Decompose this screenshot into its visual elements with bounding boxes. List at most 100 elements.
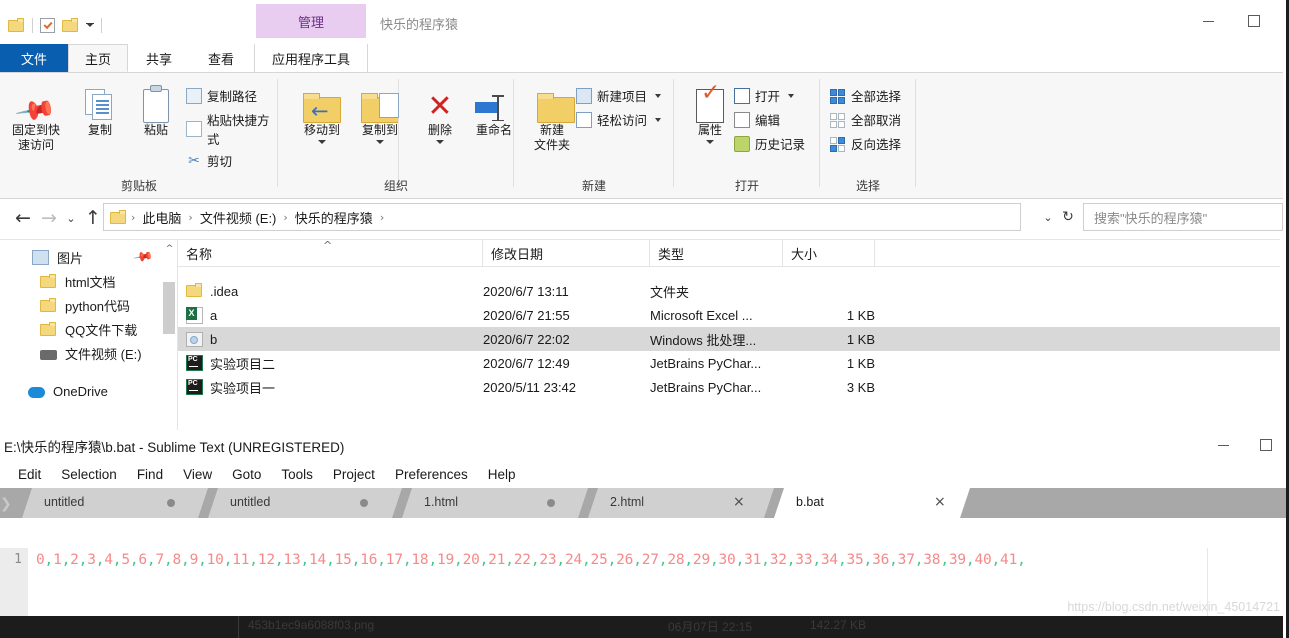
tab-b-bat[interactable]: b.bat ×: [774, 488, 970, 518]
new-item-button[interactable]: 新建项目: [576, 86, 662, 105]
tab-scroll-left-icon[interactable]: ❯: [0, 496, 12, 512]
table-row[interactable]: a 2020/6/7 21:55 Microsoft Excel ... 1 K…: [178, 303, 1280, 327]
chevron-down-icon[interactable]: [436, 140, 444, 144]
menu-item-tools[interactable]: Tools: [271, 467, 323, 482]
ribbon-tab-app-tools[interactable]: 应用程序工具: [254, 44, 368, 72]
column-header-date[interactable]: 修改日期: [483, 240, 650, 266]
column-header-size[interactable]: 大小: [783, 240, 875, 266]
tab-1-html[interactable]: 1.html: [402, 488, 588, 518]
properties-check-icon[interactable]: [40, 17, 55, 33]
new-folder-button[interactable]: 新建 文件夹: [524, 81, 580, 153]
ribbon-tab-view[interactable]: 查看: [190, 44, 252, 72]
copy-path-button[interactable]: 复制路径: [186, 86, 257, 105]
scroll-up-icon[interactable]: ^: [162, 240, 177, 257]
back-button[interactable]: ←: [10, 205, 36, 231]
forward-button[interactable]: →: [36, 205, 62, 231]
invert-selection-button[interactable]: 反向选择: [830, 134, 901, 153]
address-input[interactable]: › 此电脑 › 文件视频 (E:) › 快乐的程序猿 ›: [103, 203, 1021, 231]
breadcrumb-item-2[interactable]: 快乐的程序猿: [292, 208, 376, 227]
open-button[interactable]: 打开: [734, 86, 795, 105]
select-all-button[interactable]: 全部选择: [830, 86, 901, 105]
menu-item-view[interactable]: View: [173, 467, 222, 482]
table-row[interactable]: b 2020/6/7 22:02 Windows 批处理... 1 KB: [178, 327, 1280, 351]
sidebar-item-qq-downloads[interactable]: QQ文件下载: [0, 317, 177, 341]
refresh-button[interactable]: ↻: [1059, 204, 1077, 230]
column-header-name[interactable]: 名称 ^: [178, 239, 483, 266]
pin-icon[interactable]: 📌: [132, 246, 154, 268]
maximize-button[interactable]: [1231, 6, 1277, 36]
unsaved-dot-icon[interactable]: [547, 499, 555, 507]
table-row[interactable]: 实验项目二 2020/6/7 12:49 JetBrains PyChar...…: [178, 351, 1280, 375]
minimize-button[interactable]: [1185, 6, 1231, 36]
recent-locations-button[interactable]: ⌄: [62, 205, 80, 231]
folder-icon[interactable]: [8, 18, 25, 32]
tab-2-html[interactable]: 2.html ×: [588, 488, 774, 518]
copy-to-button[interactable]: 复制到: [352, 81, 408, 144]
move-to-button[interactable]: ← 移动到: [294, 81, 350, 144]
sidebar-item-python-code[interactable]: python代码: [0, 293, 177, 317]
delete-button[interactable]: ✕ 删除: [412, 81, 468, 144]
chevron-down-icon[interactable]: [318, 140, 326, 144]
menu-item-project[interactable]: Project: [323, 467, 385, 482]
pin-to-quick-access-button[interactable]: 📌 固定到快 速访问: [8, 81, 64, 153]
menu-item-selection[interactable]: Selection: [51, 467, 127, 482]
chevron-down-icon[interactable]: [655, 93, 662, 98]
file-date: 2020/6/7 22:02: [483, 331, 570, 347]
ribbon-tab-label: 共享: [145, 51, 172, 67]
contextual-tab-manage[interactable]: 管理: [256, 4, 366, 38]
nav-scrollbar[interactable]: ^: [162, 240, 177, 430]
edit-icon: [734, 111, 750, 128]
unsaved-dot-icon[interactable]: [167, 499, 175, 507]
sidebar-item-pictures[interactable]: 图片 📌: [0, 245, 177, 269]
history-button[interactable]: 历史记录: [734, 134, 805, 153]
scrollbar-thumb[interactable]: [163, 282, 175, 334]
folder-icon: [40, 321, 57, 337]
menu-item-goto[interactable]: Goto: [222, 467, 271, 482]
file-name-cell: 实验项目一: [186, 378, 275, 397]
chevron-down-icon[interactable]: [706, 140, 714, 144]
sidebar-item-drive-e[interactable]: 文件视频 (E:): [0, 341, 177, 365]
table-row[interactable]: 实验项目一 2020/5/11 23:42 JetBrains PyChar..…: [178, 375, 1280, 399]
quick-access-toolbar[interactable]: [8, 14, 102, 36]
properties-button[interactable]: 属性: [682, 81, 738, 144]
ribbon-tab-share[interactable]: 共享: [128, 44, 190, 72]
explorer-title-bar: 管理 快乐的程序猿: [0, 4, 1283, 44]
maximize-icon: [1248, 15, 1260, 27]
ribbon-tab-file[interactable]: 文件: [0, 44, 68, 72]
search-input[interactable]: 搜索"快乐的程序猿": [1083, 203, 1283, 231]
chevron-down-icon[interactable]: [376, 140, 384, 144]
paste-shortcut-button[interactable]: 粘贴快捷方式: [186, 110, 278, 148]
chevron-down-icon[interactable]: [788, 93, 795, 98]
sidebar-item-onedrive[interactable]: OneDrive: [0, 379, 177, 403]
address-dropdown-button[interactable]: ⌄: [1039, 204, 1057, 230]
column-header-type[interactable]: 类型: [650, 240, 783, 266]
edit-button[interactable]: 编辑: [734, 110, 780, 129]
paste-button[interactable]: 粘贴: [128, 81, 184, 138]
customize-caret-icon[interactable]: [86, 23, 94, 27]
copy-button[interactable]: 复制: [72, 81, 128, 138]
maximize-button[interactable]: [1246, 430, 1286, 460]
new-folder-icon: [524, 81, 580, 123]
ribbon-tab-home[interactable]: 主页: [68, 44, 128, 72]
menu-item-find[interactable]: Find: [127, 467, 173, 482]
group-label: 组织: [383, 179, 408, 193]
sidebar-item-html-docs[interactable]: html文档: [0, 269, 177, 293]
unsaved-dot-icon[interactable]: [360, 499, 368, 507]
breadcrumb-item-1[interactable]: 文件视频 (E:): [197, 208, 280, 227]
close-icon[interactable]: ×: [934, 494, 946, 510]
new-folder-icon[interactable]: [62, 18, 79, 32]
close-icon[interactable]: ×: [733, 494, 745, 510]
minimize-button[interactable]: [1200, 430, 1246, 460]
table-row[interactable]: .idea 2020/6/7 13:11 文件夹: [178, 279, 1280, 303]
cut-button[interactable]: ✂ 剪切: [186, 151, 232, 170]
chevron-down-icon[interactable]: [655, 117, 662, 122]
breadcrumb-item-0[interactable]: 此电脑: [139, 208, 184, 227]
select-none-button[interactable]: 全部取消: [830, 110, 901, 129]
menu-item-preferences[interactable]: Preferences: [385, 467, 478, 482]
menu-item-edit[interactable]: Edit: [8, 467, 51, 482]
tab-untitled-1[interactable]: untitled: [22, 488, 208, 518]
tab-untitled-2[interactable]: untitled: [208, 488, 402, 518]
minimize-icon: [1217, 444, 1229, 446]
easy-access-button[interactable]: 轻松访问: [576, 110, 662, 129]
menu-item-help[interactable]: Help: [478, 467, 526, 482]
